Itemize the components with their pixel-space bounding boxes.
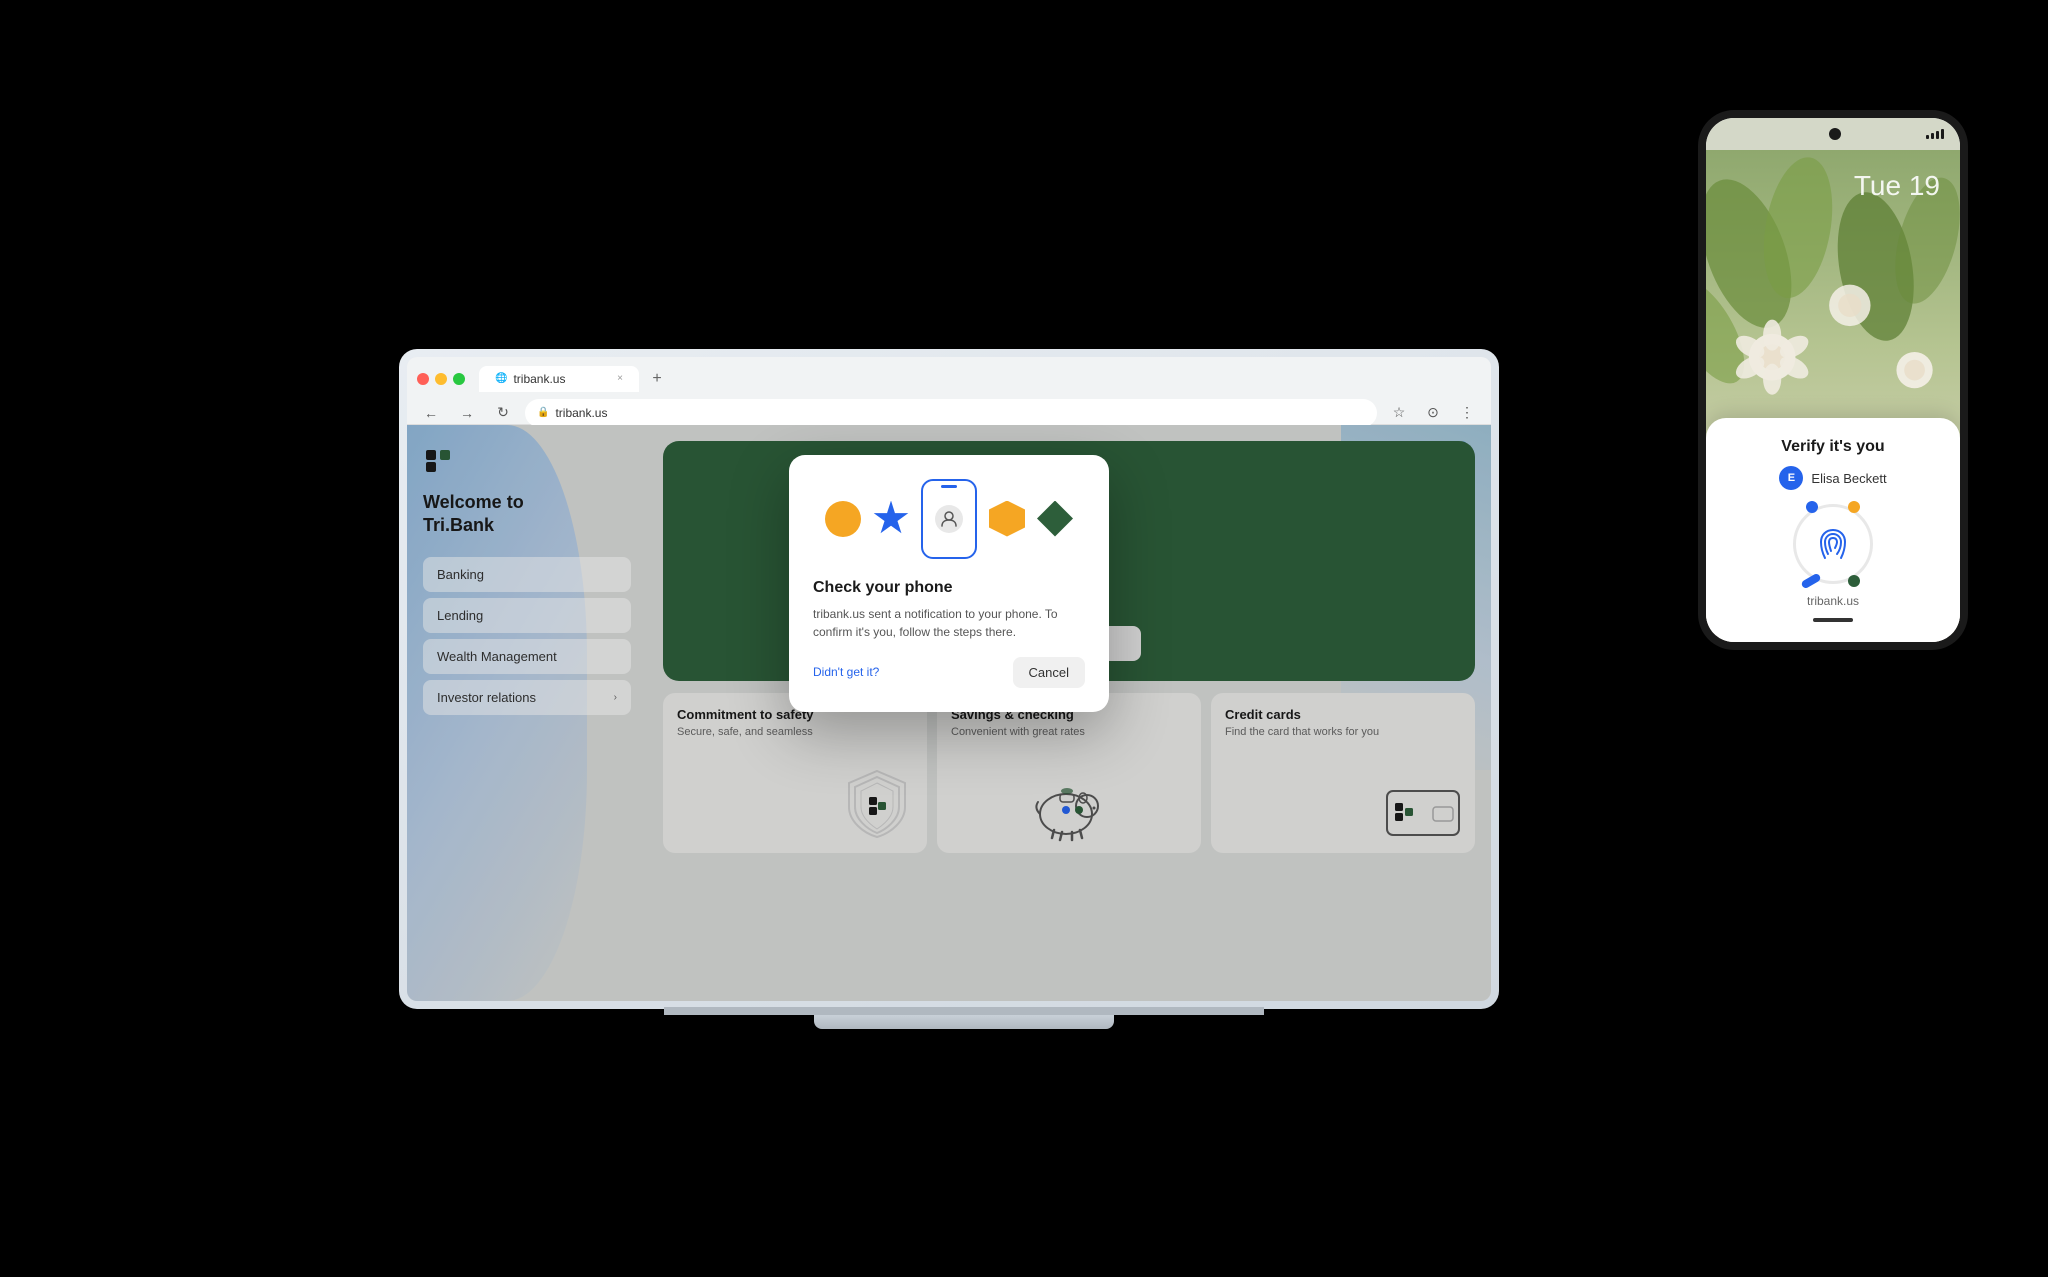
browser-tabs-bar: 🌐 tribank.us × + (407, 357, 1491, 393)
signal-bar-2 (1931, 133, 1934, 139)
website-content: Login 👤 (407, 425, 1491, 1001)
phone-signal-indicator (1926, 129, 1944, 139)
lock-icon: 🔒 (537, 407, 549, 418)
phone-screen: 9:41 (1706, 118, 1960, 642)
fingerprint-circle (1793, 504, 1873, 584)
didnt-get-it-link[interactable]: Didn't get it? (813, 665, 879, 679)
laptop-device: 🌐 tribank.us × + ← → ↻ 🔒 tribank.us (399, 249, 1529, 1029)
signal-bar-3 (1936, 131, 1939, 139)
profile-button[interactable]: ⊙ (1419, 399, 1447, 427)
tab-title: tribank.us (513, 372, 565, 386)
cancel-button[interactable]: Cancel (1013, 657, 1085, 688)
phone-wallpaper: Tue 19 Verify it's you E Elisa Beckett (1706, 150, 1960, 642)
active-tab[interactable]: 🌐 tribank.us × (479, 366, 639, 392)
tab-close-button[interactable]: × (617, 373, 623, 384)
address-bar[interactable]: 🔒 tribank.us (525, 399, 1377, 427)
new-tab-button[interactable]: + (643, 365, 671, 393)
laptop-hinge (664, 1007, 1264, 1015)
signal-bar-1 (1926, 135, 1929, 139)
modal-actions: Didn't get it? Cancel (813, 657, 1085, 688)
reload-button[interactable]: ↻ (489, 399, 517, 427)
phone-date: Tue 19 (1854, 170, 1940, 202)
fullscreen-window-button[interactable] (453, 373, 465, 385)
phone-status-bar: 9:41 (1706, 118, 1960, 150)
verify-title: Verify it's you (1726, 438, 1940, 456)
phone-home-bar (1813, 618, 1853, 622)
modal-body-text: tribank.us sent a notification to your p… (813, 605, 1085, 641)
phone-front-camera (1829, 128, 1841, 140)
modal-overlay: Check your phone tribank.us sent a notif… (407, 425, 1491, 1001)
green-diamond-icon (1037, 501, 1073, 537)
fp-dot-orange (1848, 501, 1860, 513)
url-text: tribank.us (555, 406, 607, 420)
verify-user-name: Elisa Beckett (1811, 471, 1886, 486)
fingerprint-icon[interactable] (1803, 514, 1863, 574)
traffic-lights (417, 373, 465, 385)
check-phone-modal: Check your phone tribank.us sent a notif… (789, 455, 1109, 712)
modal-icons-row (813, 479, 1085, 559)
signal-bar-4 (1941, 129, 1944, 139)
verify-avatar: E (1779, 466, 1803, 490)
menu-button[interactable]: ⋮ (1453, 399, 1481, 427)
browser-nav-actions: ☆ ⊙ ⋮ (1385, 399, 1481, 427)
tab-favicon: 🌐 (495, 373, 507, 384)
orange-hexagon-icon (989, 501, 1025, 537)
verify-user-row: E Elisa Beckett (1726, 466, 1940, 490)
laptop-base (814, 1015, 1114, 1029)
orange-circle-icon (825, 501, 861, 537)
fp-dot-green (1848, 575, 1860, 587)
verify-card: Verify it's you E Elisa Beckett (1706, 418, 1960, 642)
laptop-body: 🌐 tribank.us × + ← → ↻ 🔒 tribank.us (399, 349, 1499, 1009)
back-button[interactable]: ← (417, 399, 445, 427)
modal-title: Check your phone (813, 579, 1085, 597)
bookmark-button[interactable]: ☆ (1385, 399, 1413, 427)
fingerprint-section (1726, 504, 1940, 584)
browser-chrome: 🌐 tribank.us × + ← → ↻ 🔒 tribank.us (407, 357, 1491, 425)
minimize-window-button[interactable] (435, 373, 447, 385)
phone-icon (921, 479, 977, 559)
laptop-screen: 🌐 tribank.us × + ← → ↻ 🔒 tribank.us (407, 357, 1491, 1001)
verify-domain: tribank.us (1726, 594, 1940, 608)
phone-device: 9:41 (1698, 110, 1968, 650)
fp-dot-blue (1806, 501, 1818, 513)
phone-notch (941, 485, 957, 488)
forward-button[interactable]: → (453, 399, 481, 427)
fp-segment-blue (1800, 573, 1821, 590)
blue-star-icon (873, 501, 909, 537)
close-window-button[interactable] (417, 373, 429, 385)
user-silhouette-icon (935, 505, 963, 533)
